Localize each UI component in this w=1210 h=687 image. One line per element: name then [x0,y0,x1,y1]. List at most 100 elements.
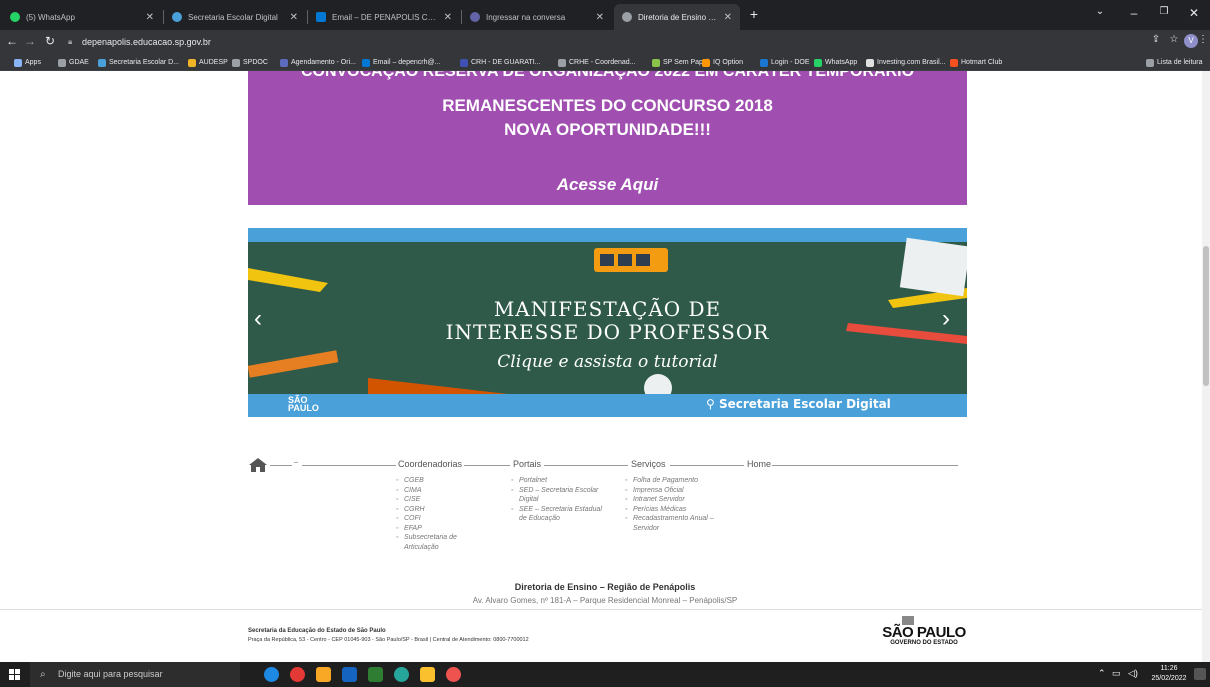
bookmarks-bar: Apps GDAE Secretaria Escolar D... AUDESP SPD… [0,54,1210,71]
carousel-prev-button[interactable]: ‹ [254,305,262,333]
tab-whatsapp[interactable]: (5) WhatsApp ✕ [2,4,162,30]
close-icon[interactable]: ✕ [290,12,298,23]
tab-secretaria-escolar[interactable]: Secretaria Escolar Digital ✕ [164,4,306,30]
tray-chevron-icon[interactable]: ⌃ [1098,668,1106,679]
sed-logo-icon: ⚲ [706,397,719,411]
volume-icon[interactable]: ◁) [1128,668,1138,679]
network-icon[interactable]: ▭ [1112,668,1121,679]
bookmark-item[interactable]: Secretaria Escolar D... [98,56,179,69]
profile-avatar[interactable]: V [1184,34,1198,48]
chrome-profile-icon[interactable] [394,667,409,682]
sp-logo: SÃO PAULO [288,395,319,413]
bookmark-item[interactable]: Apps [14,56,41,69]
bookmark-favicon-icon [232,58,240,67]
whatsapp-icon [10,12,20,22]
tab-teams[interactable]: Ingressar na conversa ✕ [462,4,612,30]
bookmark-item[interactable]: SPDOC [232,56,268,69]
outlook-icon [316,12,326,22]
menu-icon[interactable]: ⋮ [1198,34,1208,45]
carousel-next-button[interactable]: › [942,305,950,333]
portais-list: Portalnet SED – Secretaria Escolar Digit… [511,476,611,524]
footer-band [0,609,1210,662]
reading-list-label: Lista de leitura [1157,59,1203,66]
footer-link[interactable]: Subsecretaria de Articulação [396,533,476,552]
file-explorer-icon[interactable] [316,667,331,682]
edge-icon[interactable] [264,667,279,682]
carousel-slide[interactable]: MANIFESTAÇÃO DE INTERESSE DO PROFESSOR C… [248,228,967,417]
bookmark-item[interactable]: Login - DOE [760,56,810,69]
bookmark-item[interactable]: CRH - DE GUARATI... [460,56,540,69]
bookmark-item[interactable]: Agendamento - Ori... [280,56,356,69]
chrome-app-icon[interactable] [446,667,461,682]
tab-search-icon[interactable]: ⌄ [1086,6,1114,17]
diretoria-address: Av. Alvaro Gomes, nº 181-A – Parque Resi… [472,596,738,605]
share-icon[interactable]: ⇪ [1148,34,1164,45]
chrome-icon[interactable] [290,667,305,682]
bookmark-star-icon[interactable]: ☆ [1166,34,1182,45]
logo-main: SÃO PAULO [882,624,966,641]
footer-link[interactable]: Folha de Pagamento [625,476,735,486]
servicos-list: Folha de Pagamento Imprensa Oficial Intr… [625,476,735,533]
bookmark-item[interactable]: IQ Option [702,56,743,69]
reading-list-button[interactable]: Lista de leitura [1146,56,1203,69]
bookmark-favicon-icon [652,58,660,67]
windows-start-icon[interactable] [9,669,21,681]
bookmark-item[interactable]: AUDESP [188,56,228,69]
bookmark-item[interactable]: WhatsApp [814,56,857,69]
window-close-icon[interactable]: ✕ [1180,6,1208,20]
bookmark-item[interactable]: CRHE - Coordenad... [558,56,636,69]
scrollbar-thumb[interactable] [1203,246,1209,386]
new-tab-button[interactable]: + [744,6,764,22]
close-icon[interactable]: ✕ [596,12,604,23]
logo-sub: GOVERNO DO ESTADO [890,640,958,646]
bookmark-favicon-icon [814,58,822,67]
footer-link[interactable]: Recadastramento Anual – Servidor [625,514,735,533]
tab-email[interactable]: Email – DE PENAPOLIS CRH – Ou ✕ [308,4,460,30]
convocacao-banner[interactable]: CONVOCAÇÃO RESERVA DE ORGANIZAÇÃO 2022 E… [248,71,967,205]
sp-governo-logo[interactable]: SÃO PAULO GOVERNO DO ESTADO [880,616,968,646]
excel-icon[interactable] [368,667,383,682]
bookmark-label: SPDOC [243,59,268,66]
url-text: depenapolis.educacao.sp.gov.br [82,37,211,47]
word-icon[interactable] [342,667,357,682]
footer-heading-home[interactable]: Home [745,459,774,469]
taskbar-search-box[interactable]: ⌕ Digite aqui para pesquisar [30,662,240,687]
home-icon[interactable] [248,457,268,473]
footer-link[interactable]: SEE – Secretaria Estadual de Educação [511,505,611,524]
notification-icon[interactable] [1194,668,1206,680]
footer-link[interactable]: Perícias Médicas [625,505,735,515]
maximize-icon[interactable]: ❐ [1150,6,1178,17]
bookmark-label: Hotmart Club [961,59,1003,66]
footer-link[interactable]: COFI [396,514,476,524]
footer-link[interactable]: EFAP [396,524,476,534]
tab-title: Ingressar na conversa [486,12,566,22]
bookmark-item[interactable]: Email – depencrh@... [362,56,440,69]
bookmark-item[interactable]: SP Sem Papel [652,56,708,69]
footer-link[interactable]: CGRH [396,505,476,515]
bookmark-label: Agendamento - Ori... [291,59,356,66]
close-icon[interactable]: ✕ [146,12,154,23]
tab-title: Email – DE PENAPOLIS CRH – Ou [332,12,438,22]
banner-cta-link[interactable]: Acesse Aqui [248,175,967,195]
footer-link[interactable]: Portalnet [511,476,611,486]
footer-link[interactable]: CGEB [396,476,476,486]
footer-link[interactable]: Intranet Servidor [625,495,735,505]
footer-link[interactable]: CISE [396,495,476,505]
bookmark-item[interactable]: Hotmart Club [950,56,1002,69]
bookmark-item[interactable]: Investing.com Brasil... [866,56,945,69]
forward-arrow-icon[interactable]: → [22,34,38,48]
reload-icon[interactable]: ↻ [42,34,58,48]
bookmark-item[interactable]: GDAE [58,56,89,69]
close-icon[interactable]: ✕ [444,12,452,23]
close-icon[interactable]: ✕ [724,12,732,23]
footer-link[interactable]: CIMA [396,486,476,496]
back-arrow-icon[interactable]: ← [4,34,20,48]
coordenadorias-list: CGEB CIMA CISE CGRH COFI EFAP Subsecreta… [396,476,476,552]
footer-link[interactable]: Imprensa Oficial [625,486,735,496]
address-bar[interactable]: 🔒︎ depenapolis.educacao.sp.gov.br [64,33,1114,51]
minimize-icon[interactable]: – [1120,6,1148,20]
sticky-notes-icon[interactable] [420,667,435,682]
footer-link[interactable]: SED – Secretaria Escolar Digital [511,486,611,505]
taskbar-clock[interactable]: 11:26 25/02/2022 [1150,664,1188,684]
tab-diretoria-active[interactable]: Diretoria de Ensino – Região de P ✕ [614,4,740,30]
